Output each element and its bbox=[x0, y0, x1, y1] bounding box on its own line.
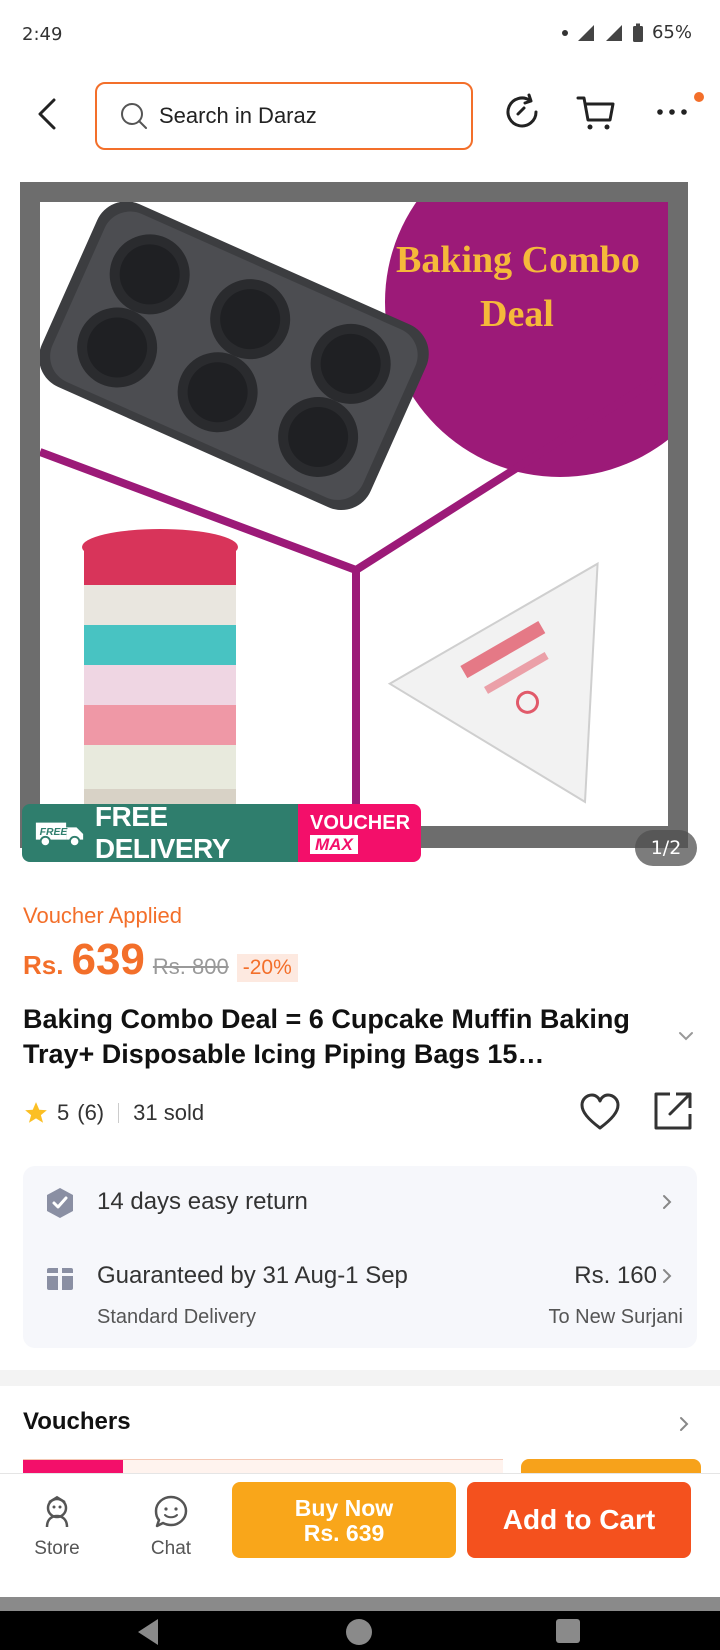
delivery-fee: Rs. 160 bbox=[574, 1262, 657, 1289]
delivery-destination: To New Surjani bbox=[548, 1306, 683, 1328]
cart-icon[interactable] bbox=[574, 90, 618, 134]
voucher-card-2[interactable] bbox=[521, 1459, 701, 1473]
voucher-badge-line1: VOUCHER bbox=[310, 812, 411, 834]
status-time: 2:49 bbox=[22, 24, 63, 45]
add-to-cart-button[interactable]: Add to Cart bbox=[467, 1482, 691, 1558]
back-arrow-icon[interactable] bbox=[28, 94, 68, 134]
share-icon[interactable] bbox=[652, 1090, 694, 1132]
search-placeholder: Search in Daraz bbox=[159, 103, 317, 128]
product-illustration: Baking Combo Deal bbox=[40, 202, 668, 826]
store-icon bbox=[45, 1495, 69, 1528]
free-delivery-badge: FREE FREE DELIVERY bbox=[22, 801, 298, 864]
bottom-action-bar: Store Chat Buy Now Rs. 639 Add to Cart bbox=[0, 1473, 720, 1597]
battery-icon bbox=[632, 23, 643, 42]
image-text-line2: Deal bbox=[480, 293, 554, 335]
nav-back-icon[interactable] bbox=[134, 1617, 162, 1647]
buy-now-price: Rs. 639 bbox=[303, 1520, 385, 1546]
truck-free-text: FREE bbox=[40, 827, 69, 838]
rating-row[interactable]: 5 (6) 31 sold bbox=[23, 1095, 204, 1131]
status-icons: 65% bbox=[561, 22, 692, 43]
top-header: Search in Daraz bbox=[0, 76, 720, 156]
chevron-right-icon bbox=[663, 1195, 672, 1209]
vouchers-chevron-right-icon[interactable] bbox=[676, 1416, 692, 1432]
image-pager: 1/2 bbox=[635, 830, 697, 866]
discount-badge: -20% bbox=[236, 954, 298, 982]
shield-check-icon bbox=[47, 1188, 73, 1218]
delivery-row[interactable]: Guaranteed by 31 Aug-1 Sep Standard Deli… bbox=[23, 1254, 697, 1344]
delivery-type: Standard Delivery bbox=[97, 1306, 256, 1328]
more-options-icon[interactable] bbox=[650, 90, 694, 134]
nav-home-icon[interactable] bbox=[344, 1617, 374, 1647]
status-bar: 2:49 65% bbox=[0, 0, 720, 70]
signal-icon bbox=[577, 24, 594, 41]
free-delivery-label: FREE DELIVERY bbox=[94, 801, 231, 864]
return-policy-text: 14 days easy return bbox=[97, 1188, 308, 1215]
product-image-frame: Baking Combo Deal bbox=[20, 182, 688, 848]
price-row: Rs. 639 Rs. 800 -20% bbox=[23, 935, 298, 985]
price-original: Rs. 800 bbox=[152, 954, 229, 979]
product-gallery[interactable]: Baking Combo Deal FREE FREE DELIVERY VOU… bbox=[0, 170, 720, 870]
chat-label: Chat bbox=[150, 1538, 192, 1559]
product-image: Baking Combo Deal bbox=[40, 202, 668, 826]
store-label: Store bbox=[34, 1538, 80, 1559]
delivery-truck-icon: FREE bbox=[35, 822, 84, 848]
buy-now-button[interactable]: Buy Now Rs. 639 bbox=[232, 1482, 456, 1558]
sold-count: 31 sold bbox=[133, 1100, 205, 1125]
voucher-max-badge: VOUCHER MAX bbox=[298, 804, 421, 862]
product-title: Baking Combo Deal = 6 Cupcake Muffin Bak… bbox=[23, 1004, 630, 1069]
image-text-line1: Baking Combo bbox=[396, 239, 640, 281]
chevron-right-icon bbox=[663, 1269, 672, 1283]
voucher-card-tag bbox=[23, 1460, 123, 1473]
heart-icon[interactable] bbox=[578, 1090, 622, 1134]
rating-value: 5 bbox=[57, 1100, 70, 1125]
voucher-badge-line2: MAX bbox=[310, 835, 358, 854]
rating-divider bbox=[118, 1103, 120, 1123]
system-navigation-bar bbox=[0, 1597, 720, 1650]
notification-badge bbox=[694, 92, 704, 102]
voucher-applied-label: Voucher Applied bbox=[23, 903, 183, 928]
history-icon[interactable] bbox=[500, 90, 544, 134]
signal-icon-2 bbox=[605, 24, 622, 41]
vouchers-title: Vouchers bbox=[23, 1408, 131, 1435]
expand-title-chevron-icon[interactable] bbox=[676, 1026, 696, 1046]
store-button[interactable]: Store bbox=[12, 1494, 102, 1574]
return-policy-row[interactable]: 14 days easy return bbox=[23, 1166, 697, 1236]
chat-icon bbox=[154, 1495, 188, 1528]
nav-recents-icon[interactable] bbox=[554, 1617, 582, 1645]
section-divider bbox=[0, 1370, 720, 1386]
voucher-card[interactable] bbox=[23, 1459, 503, 1473]
star-icon bbox=[25, 1102, 47, 1123]
delivery-guarantee: Guaranteed by 31 Aug-1 Sep bbox=[97, 1262, 408, 1289]
price-currency: Rs. bbox=[23, 950, 64, 980]
chat-button[interactable]: Chat bbox=[126, 1494, 216, 1574]
search-icon bbox=[121, 103, 147, 129]
package-icon bbox=[47, 1268, 73, 1290]
price-current: 639 bbox=[71, 935, 145, 984]
service-info-card: 14 days easy return Guaranteed by 31 Aug… bbox=[23, 1166, 697, 1348]
search-input[interactable]: Search in Daraz bbox=[95, 82, 473, 150]
battery-level: 65% bbox=[651, 22, 692, 43]
buy-now-label: Buy Now bbox=[294, 1495, 394, 1521]
notification-dot-icon bbox=[561, 29, 568, 36]
rating-count: (6) bbox=[77, 1100, 105, 1125]
